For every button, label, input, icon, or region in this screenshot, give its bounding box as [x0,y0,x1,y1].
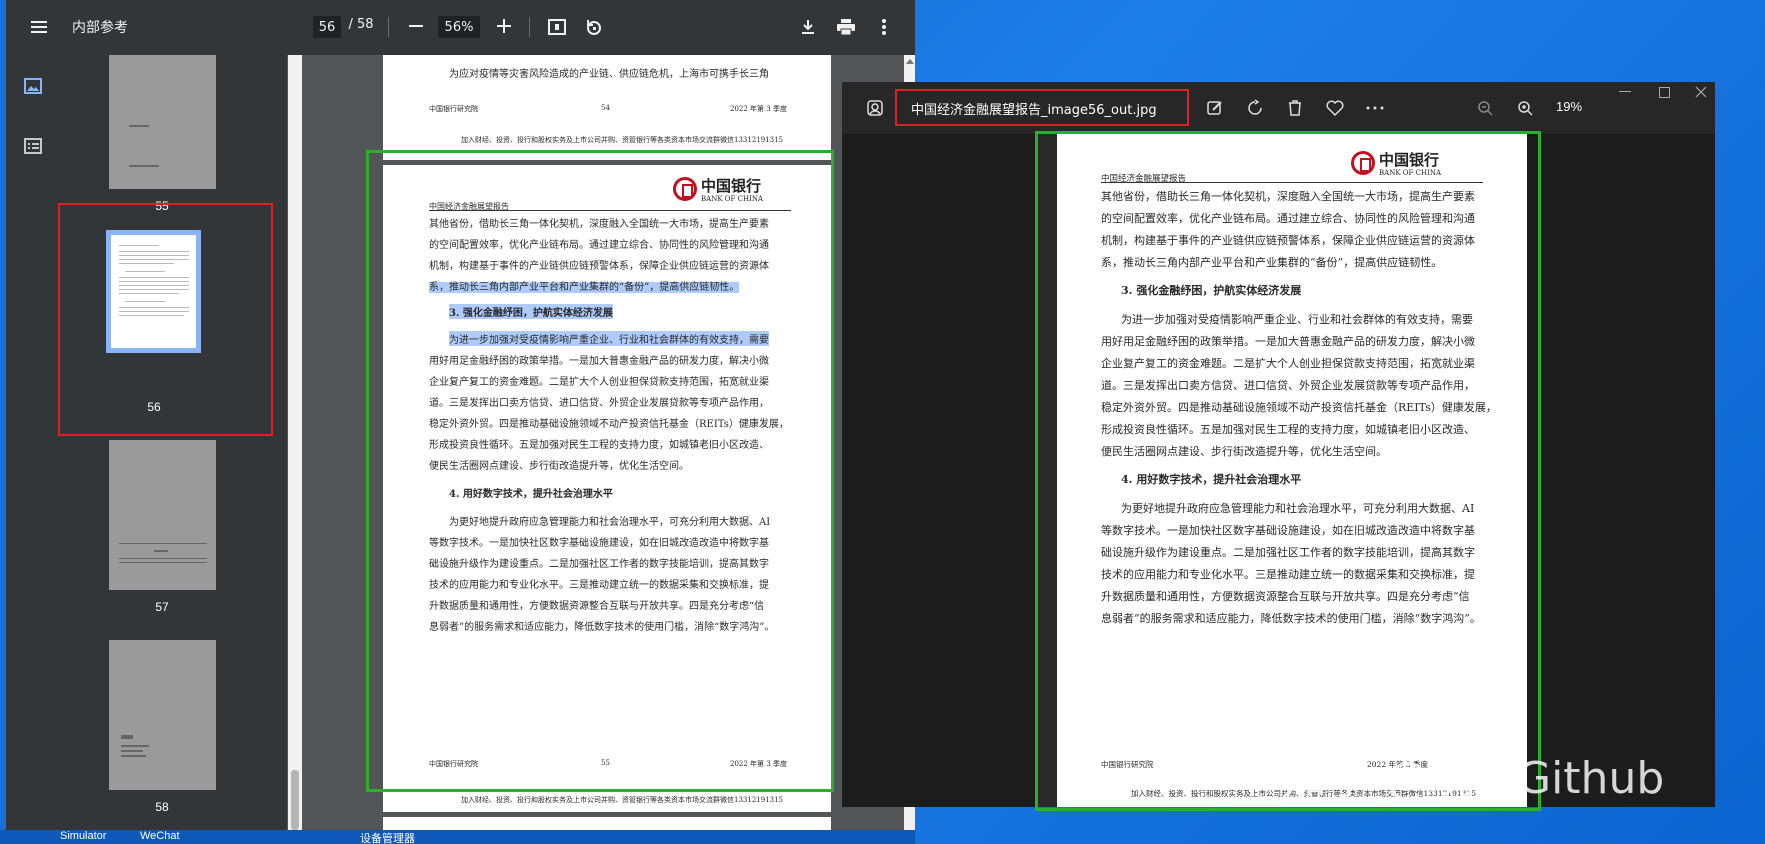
thumbnail-page-57[interactable] [109,440,216,590]
thumbnail-page-55[interactable] [109,55,216,189]
page-number-input[interactable]: 56 [313,16,341,38]
menu-icon[interactable] [28,16,50,38]
zoom-percent: 19% [1556,99,1583,114]
thumbnail-label: 57 [155,600,169,614]
footer-right: 2022 年第 3 季度 [730,105,787,113]
close-icon[interactable] [1688,82,1714,102]
body-text: 为应对疫情等灾害风险造成的产业链、供应链危机，上海市可携手长三角 [449,69,769,80]
sidebar-rail [6,55,61,844]
document-title: 内部参考 [72,20,128,36]
zoom-input[interactable]: 56% [438,16,480,38]
thumbnail-label: 58 [155,800,169,814]
desktop-label[interactable]: 设备管理器 [360,830,415,844]
toolbar-divider [529,17,530,37]
thumbnail-page-58[interactable] [109,640,216,790]
thumbnails-image-icon[interactable] [22,75,44,97]
fit-page-icon[interactable] [545,15,569,39]
thumbnail-list: 55 56 57 58 [61,55,287,844]
sidebar-scroll-thumb[interactable] [291,770,299,830]
thumbnail-sidebar: 55 56 57 58 [6,55,287,844]
desktop-label[interactable]: Simulator [60,830,106,842]
image-info-icon[interactable] [862,95,888,121]
rotate-icon[interactable] [582,15,606,39]
green-highlight-box [366,150,834,792]
maximize-icon[interactable] [1651,82,1677,102]
outline-list-icon[interactable] [22,135,44,157]
toolbar-divider [388,17,389,37]
delete-icon[interactable] [1282,95,1308,121]
more-vertical-icon[interactable] [872,15,896,39]
desktop-label[interactable]: WeChat [140,830,180,842]
download-icon[interactable] [796,15,820,39]
ad-line: 加入财经、投资、投行和股权实务及上市公司并购、资管银行等各类资本市场交流群微信1… [461,796,783,804]
red-highlight-box [58,203,273,436]
scroll-up-icon[interactable] [906,59,914,64]
heart-icon[interactable] [1322,95,1348,121]
watermark-text: 知乎 @玩转Github [1283,753,1665,804]
zoom-in-icon[interactable] [492,14,516,38]
zoom-in-icon[interactable] [1512,95,1538,121]
minimize-icon[interactable] [1612,82,1638,102]
footer-left: 中国银行研究院 [429,105,478,113]
page-total: / 58 [348,17,374,32]
print-icon[interactable] [834,15,858,39]
taskbar-strip: Simulator WeChat 设备管理器 [0,830,915,844]
red-highlight-box [895,89,1189,126]
edit-icon[interactable] [1202,95,1228,121]
zoom-out-icon[interactable] [404,14,428,38]
green-highlight-box [1035,131,1541,811]
pdf-page-54: 为应对疫情等灾害风险造成的产业链、供应链危机，上海市可携手长三角 中国银行研究院… [383,55,831,160]
pdf-toolbar: 内部参考 56 / 58 56% [6,0,915,55]
footer-page: 54 [601,104,610,112]
sidebar-scrollbar[interactable] [288,55,302,844]
rotate-icon[interactable] [1242,95,1268,121]
zoom-out-icon[interactable] [1472,95,1498,121]
ad-line: 加入财经、投资、投行和股权实务及上市公司并购、资管银行等各类资本市场交流群微信1… [461,136,783,144]
more-horizontal-icon[interactable] [1362,95,1388,121]
